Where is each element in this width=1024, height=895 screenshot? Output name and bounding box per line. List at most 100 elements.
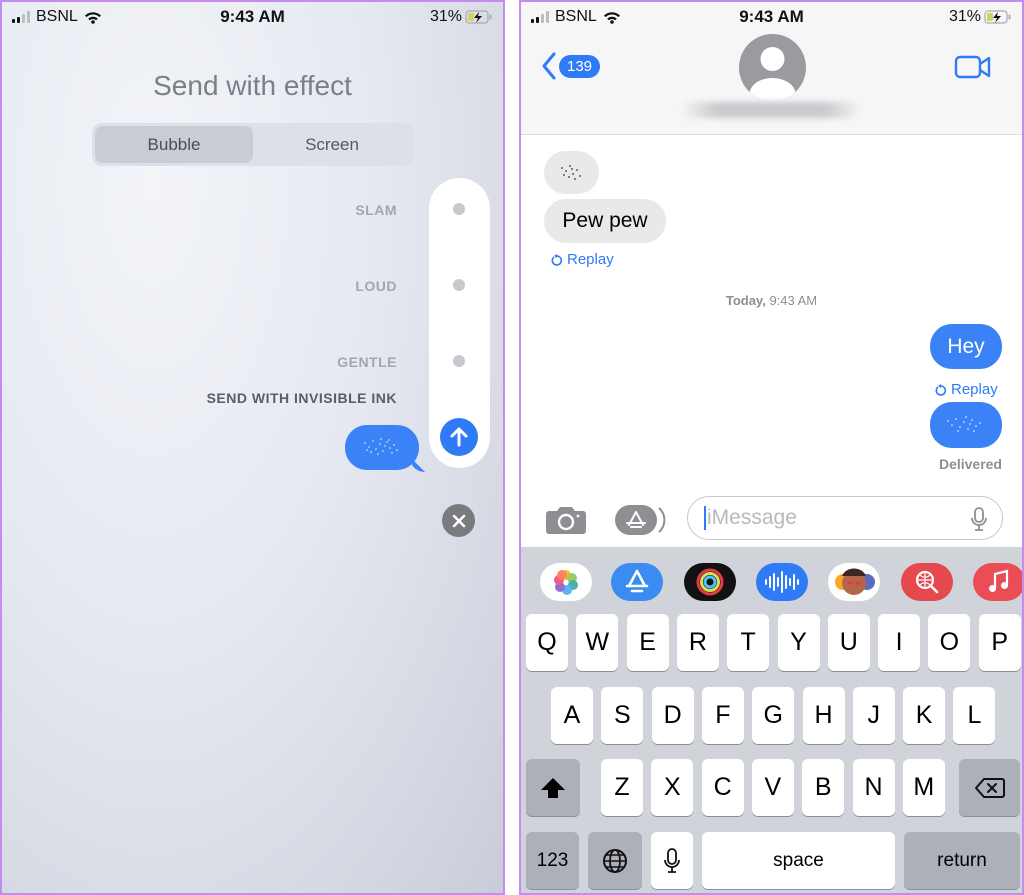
- invisible-ink-sparkles-icon: [947, 416, 981, 432]
- video-camera-icon: [954, 55, 991, 79]
- tab-bubble[interactable]: Bubble: [95, 126, 253, 163]
- loud-dot[interactable]: [453, 279, 465, 291]
- gentle-dot[interactable]: [453, 355, 465, 367]
- key-p[interactable]: P: [978, 614, 1021, 671]
- key-s[interactable]: S: [601, 687, 644, 744]
- effect-option-invisible-ink[interactable]: SEND WITH INVISIBLE INK: [207, 390, 397, 406]
- return-key[interactable]: return: [904, 832, 1020, 889]
- globe-key[interactable]: [588, 832, 642, 889]
- replay-link[interactable]: Replay: [551, 251, 614, 268]
- key-h[interactable]: H: [802, 687, 845, 744]
- memoji-icon: [835, 568, 875, 595]
- audio-waveform-icon: [765, 571, 799, 593]
- tab-screen[interactable]: Screen: [253, 126, 411, 163]
- microphone-icon: [664, 847, 680, 873]
- replay-label: Replay: [951, 381, 998, 398]
- app-store-icon: [625, 569, 649, 593]
- key-e[interactable]: E: [626, 614, 669, 671]
- key-t[interactable]: T: [727, 614, 770, 671]
- key-f[interactable]: F: [701, 687, 744, 744]
- timestamp-time: 9:43 AM: [769, 293, 818, 308]
- battery-percent: 31%: [948, 8, 981, 25]
- key-z[interactable]: Z: [601, 759, 643, 816]
- send-button[interactable]: [440, 418, 478, 456]
- message-text: Hey: [947, 334, 985, 358]
- key-y[interactable]: Y: [777, 614, 820, 671]
- key-o[interactable]: O: [928, 614, 971, 671]
- shift-arrow-icon: [541, 777, 565, 798]
- status-bar: BSNL 9:43 AM 31%: [521, 2, 1022, 34]
- camera-button[interactable]: [545, 504, 587, 541]
- key-u[interactable]: U: [827, 614, 870, 671]
- dictation-key[interactable]: [651, 832, 693, 889]
- key-a[interactable]: A: [551, 687, 593, 744]
- key-i[interactable]: I: [878, 614, 921, 671]
- battery-charging-icon: [984, 10, 1011, 24]
- music-app-button[interactable]: [973, 563, 1022, 601]
- status-time: 9:43 AM: [739, 7, 804, 26]
- replay-label: Replay: [567, 251, 614, 268]
- key-n[interactable]: N: [852, 759, 895, 816]
- battery-charging-icon: [465, 10, 492, 24]
- incoming-invisible-ink-bubble[interactable]: [544, 151, 599, 194]
- incoming-message-bubble[interactable]: Pew pew: [544, 199, 666, 243]
- effect-type-segmented-control: Bubble Screen: [92, 123, 414, 166]
- key-k[interactable]: K: [903, 687, 946, 744]
- back-button[interactable]: 139: [541, 52, 601, 80]
- outgoing-invisible-ink-bubble[interactable]: [930, 402, 1002, 448]
- effect-option-slam[interactable]: SLAM: [355, 202, 397, 218]
- memoji-app-button[interactable]: [828, 563, 880, 601]
- audio-message-app-button[interactable]: [756, 563, 808, 601]
- activity-rings-icon: [696, 568, 724, 596]
- replay-link[interactable]: Replay: [935, 381, 998, 398]
- key-q[interactable]: Q: [526, 614, 568, 671]
- microphone-icon[interactable]: [970, 506, 988, 532]
- delete-key[interactable]: [959, 759, 1020, 816]
- key-l[interactable]: L: [953, 687, 996, 744]
- close-button[interactable]: [442, 504, 475, 537]
- key-c[interactable]: C: [701, 759, 744, 816]
- camera-icon: [546, 507, 586, 534]
- send-with-effect-screen: BSNL 9:43 AM 31% Send with effect Bubble…: [0, 0, 505, 895]
- numbers-key[interactable]: 123: [526, 832, 579, 889]
- unread-count-badge: 139: [559, 54, 601, 78]
- invisible-ink-sparkles-icon: [364, 438, 398, 455]
- key-x[interactable]: X: [651, 759, 694, 816]
- replay-icon: [935, 383, 947, 396]
- shift-key[interactable]: [526, 759, 580, 816]
- key-j[interactable]: J: [852, 687, 895, 744]
- facetime-video-button[interactable]: [954, 54, 992, 85]
- photos-icon: [554, 570, 578, 595]
- app-store-drawer-button[interactable]: [614, 504, 666, 541]
- space-key[interactable]: space: [702, 832, 895, 889]
- conversation-header: BSNL 9:43 AM 31% 139: [521, 2, 1022, 135]
- key-m[interactable]: M: [902, 759, 945, 816]
- outgoing-message-bubble[interactable]: Hey: [930, 324, 1002, 369]
- text-caret: [704, 506, 706, 530]
- invisible-ink-sparkles-icon: [561, 165, 581, 180]
- status-time: 9:43 AM: [220, 7, 285, 26]
- key-d[interactable]: D: [651, 687, 694, 744]
- compose-bar: iMessage: [521, 492, 1022, 547]
- page-title: Send with effect: [153, 70, 352, 101]
- effect-option-gentle[interactable]: GENTLE: [337, 354, 397, 370]
- key-r[interactable]: R: [676, 614, 719, 671]
- imessage-input[interactable]: iMessage: [687, 496, 1003, 540]
- status-bar: BSNL 9:43 AM 31%: [2, 2, 503, 34]
- effect-option-loud[interactable]: LOUD: [355, 278, 397, 294]
- messages-conversation-screen: BSNL 9:43 AM 31% 139 Pew pew Replay Toda…: [519, 0, 1024, 895]
- contact-name-blurred[interactable]: [681, 102, 861, 118]
- conversation-timestamp: Today, 9:43 AM: [521, 293, 1022, 308]
- activity-app-button[interactable]: [684, 563, 736, 601]
- close-icon: [452, 514, 465, 527]
- slam-dot[interactable]: [453, 203, 465, 215]
- key-w[interactable]: W: [576, 614, 619, 671]
- photos-app-button[interactable]: [540, 563, 592, 601]
- person-icon: [749, 47, 796, 101]
- key-b[interactable]: B: [802, 759, 845, 816]
- contact-avatar[interactable]: [739, 34, 806, 101]
- key-g[interactable]: G: [752, 687, 795, 744]
- key-v[interactable]: V: [751, 759, 794, 816]
- app-store-app-button[interactable]: [611, 563, 663, 601]
- web-search-app-button[interactable]: [901, 563, 953, 601]
